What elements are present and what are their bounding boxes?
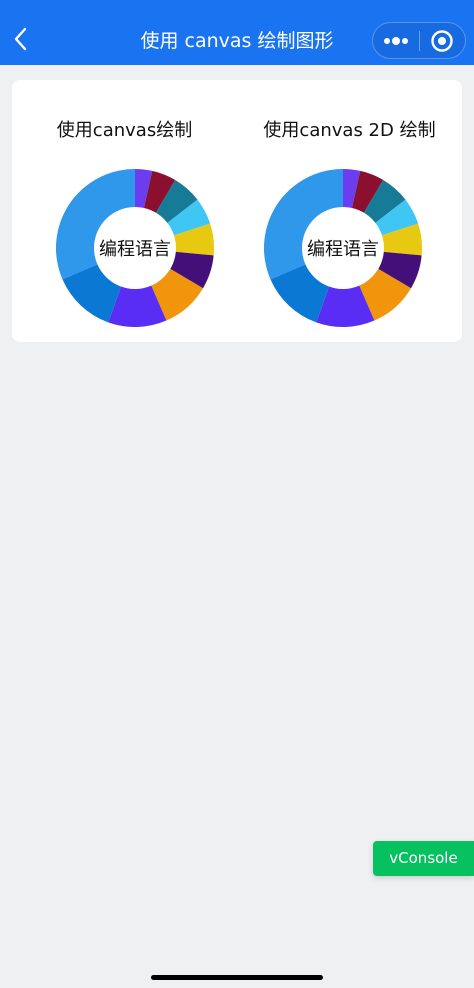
capsule-close-icon — [431, 29, 453, 52]
navigation-bar: 使用 canvas 绘制图形 — [0, 0, 474, 65]
donut-center-label: 编程语言 — [99, 239, 171, 260]
canvas-chart-panel: 使用canvas绘制 编程语言 — [12, 80, 237, 342]
vconsole-button[interactable]: vConsole — [373, 841, 474, 876]
donut-center-label: 编程语言 — [307, 239, 379, 260]
back-button[interactable] — [6, 24, 36, 54]
home-indicator — [151, 975, 323, 980]
donut-chart: 编程语言 — [55, 169, 214, 327]
more-button[interactable] — [373, 23, 419, 58]
canvas-2d-chart-panel: 使用canvas 2D 绘制 编程语言 — [237, 80, 462, 342]
chart-title: 使用canvas绘制 — [56, 120, 193, 141]
chart-title: 使用canvas 2D 绘制 — [263, 120, 436, 141]
charts-card: 使用canvas绘制 编程语言 使用canvas 2D 绘制 编程语言 — [12, 80, 462, 342]
mini-program-capsule — [372, 22, 466, 59]
donut-chart: 编程语言 — [264, 169, 422, 327]
chevron-left-icon — [14, 27, 27, 51]
close-button[interactable] — [419, 23, 465, 58]
more-dots-icon — [383, 36, 408, 45]
